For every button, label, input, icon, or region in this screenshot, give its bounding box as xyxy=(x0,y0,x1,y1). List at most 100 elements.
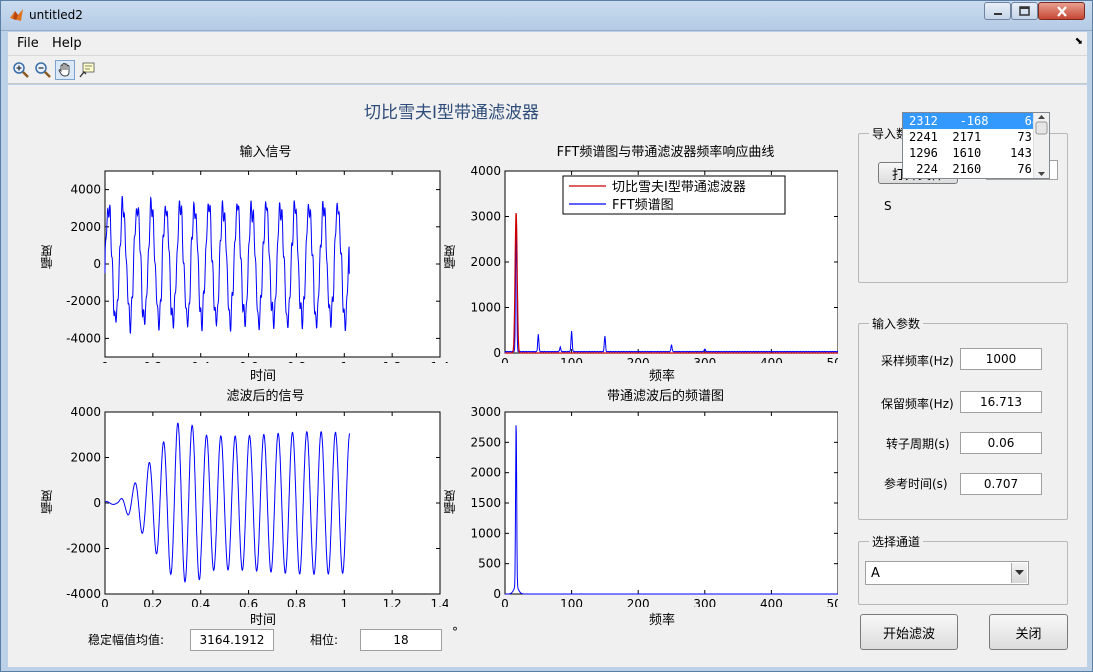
chevron-down-icon xyxy=(1015,570,1024,575)
x-tick-label: 500 xyxy=(827,356,838,363)
y-tick-label: 2000 xyxy=(470,466,501,480)
x-tick-label: 400 xyxy=(760,356,783,363)
y-tick-label: 500 xyxy=(478,557,501,571)
input-params-group-label: 输入参数 xyxy=(869,315,924,332)
x-tick-label: 400 xyxy=(760,597,783,607)
keep-freq-label: 保留频率(Hz) xyxy=(881,397,954,411)
rotor-period-field[interactable]: 0.06 xyxy=(960,432,1042,454)
phase-field[interactable]: 18 xyxy=(360,629,442,651)
fft-legend: 切比雪夫I型带通滤波器 FFT频谱图 xyxy=(562,175,786,215)
x-tick-label: 0 xyxy=(501,597,509,607)
x-tick-label: 500 xyxy=(827,597,838,607)
y-tick-label: 2500 xyxy=(470,435,501,449)
y-tick-label: 4000 xyxy=(470,164,501,178)
menu-bar: File Help ⬊ xyxy=(8,32,1087,56)
x-tick-label: 1.4 xyxy=(430,360,448,363)
maximize-button[interactable] xyxy=(1011,2,1038,20)
y-tick-label: 2000 xyxy=(70,220,101,234)
y-tick-label: 1000 xyxy=(470,301,501,315)
s-data-listbox[interactable]: 2312 -168 68 2241 2171 73 1296 1610 143 … xyxy=(902,112,1050,179)
filtered-spectrum-axes xyxy=(504,411,838,595)
close-icon xyxy=(1056,5,1067,17)
x-tick-label: 200 xyxy=(627,356,650,363)
zoom-in-icon[interactable] xyxy=(11,60,31,80)
keep-freq-field[interactable]: 16.713 xyxy=(960,391,1042,413)
y-tick-label: 3000 xyxy=(470,210,501,224)
figure-toolbar xyxy=(8,56,1087,84)
fft-plot-xlabel: 频率 xyxy=(649,369,676,384)
list-item[interactable]: 224 2160 76 xyxy=(903,161,1049,177)
page-title: 切比雪夫I型带通滤波器 xyxy=(364,103,540,123)
start-filter-button[interactable]: 开始滤波 xyxy=(860,614,958,650)
window-title: untitled2 xyxy=(29,8,83,22)
scroll-thumb xyxy=(1035,121,1048,135)
y-tick-label: -4000 xyxy=(66,331,101,345)
input-signal-chart[interactable]: 0 0.2 0.4 0.6 0.8 1 1.2 1.4 4000 2000 0 -2000 -4000 xyxy=(48,163,448,363)
close-window-button[interactable] xyxy=(1038,2,1085,20)
amplitude-mean-field[interactable]: 3164.1912 xyxy=(190,629,274,651)
phase-label: 相位: xyxy=(310,633,339,647)
filtered-plot-title: 滤波后的信号 xyxy=(226,389,305,404)
sample-rate-field[interactable]: 1000 xyxy=(960,348,1042,370)
legend-label-filter: 切比雪夫I型带通滤波器 xyxy=(612,180,746,195)
minimize-button[interactable] xyxy=(984,2,1011,20)
y-tick-label: 1500 xyxy=(470,496,501,510)
y-tick-label: 3000 xyxy=(470,407,501,419)
x-tick-label: 1.4 xyxy=(430,597,448,607)
fft-plot-title: FFT频谱图与带通滤波器频率响应曲线 xyxy=(556,145,775,160)
x-tick-label: 0.6 xyxy=(239,597,258,607)
x-tick-label: 0.2 xyxy=(143,597,162,607)
channel-dropdown[interactable]: A xyxy=(865,561,1029,585)
data-cursor-icon[interactable] xyxy=(77,60,97,80)
y-tick-label: 0 xyxy=(93,257,101,271)
application-window: untitled2 File Help ⬊ 切比雪夫I型带通滤波器 输入信号 幅… xyxy=(0,0,1093,672)
list-item[interactable]: 2312 -168 68 xyxy=(903,113,1049,129)
channel-select-group-label: 选择通道 xyxy=(869,533,924,550)
amplitude-mean-label: 稳定幅值均值: xyxy=(88,633,165,647)
scroll-down-icon xyxy=(1038,172,1045,176)
y-tick-label: 0 xyxy=(93,496,101,510)
filtered-fft-plot-xlabel: 频率 xyxy=(649,613,676,628)
degree-symbol: ° xyxy=(452,625,458,639)
minimize-icon xyxy=(993,13,1002,15)
scroll-up-icon xyxy=(1038,115,1045,119)
filtered-signal-chart[interactable]: 0 0.2 0.4 0.6 0.8 1 1.2 1.4 4000 2000 0 -2000 -4000 xyxy=(48,407,448,607)
y-tick-label: -2000 xyxy=(66,294,101,308)
x-tick-label: 100 xyxy=(560,597,583,607)
filtered-signal-axes xyxy=(104,411,441,595)
list-item[interactable]: 2241 2171 73 xyxy=(903,129,1049,145)
x-tick-label: 200 xyxy=(627,597,650,607)
menu-file[interactable]: File xyxy=(17,36,39,51)
filtered-spectrum-chart[interactable]: 0 100 200 300 400 500 3000 2500 2000 1500 1000 500 0 xyxy=(448,407,838,607)
dock-arrow-icon[interactable]: ⬊ xyxy=(1075,36,1083,47)
x-tick-label: 1 xyxy=(340,597,348,607)
x-tick-label: 0.8 xyxy=(287,360,306,363)
x-tick-label: 100 xyxy=(560,356,583,363)
fft-spectrum-chart[interactable]: 0 100 200 300 400 500 4000 3000 2000 1000 0 切比雪夫I型带… xyxy=(448,163,838,363)
zoom-out-icon[interactable] xyxy=(33,60,53,80)
y-tick-label: 2000 xyxy=(70,451,101,465)
listbox-scrollbar[interactable] xyxy=(1033,113,1049,178)
x-tick-label: 0 xyxy=(501,356,509,363)
x-tick-label: 0 xyxy=(101,597,109,607)
ref-time-label: 参考时间(s) xyxy=(884,477,948,491)
matlab-logo-icon xyxy=(10,9,23,21)
x-tick-label: 0.8 xyxy=(287,597,306,607)
close-button[interactable]: 关闭 xyxy=(989,614,1068,650)
rotor-period-label: 转子周期(s) xyxy=(886,437,950,451)
s-label: S xyxy=(884,199,892,213)
y-tick-label: -4000 xyxy=(66,587,101,601)
dropdown-arrow-button[interactable] xyxy=(1011,563,1027,583)
x-tick-label: 300 xyxy=(693,597,716,607)
y-tick-label: 2000 xyxy=(470,255,501,269)
pan-hand-icon[interactable] xyxy=(55,60,75,80)
ref-time-field[interactable]: 0.707 xyxy=(960,473,1042,495)
sample-rate-label: 采样频率(Hz) xyxy=(881,354,954,368)
legend-label-fft: FFT频谱图 xyxy=(612,198,674,213)
y-tick-label: 4000 xyxy=(70,407,101,419)
x-tick-label: 1.2 xyxy=(383,597,402,607)
menu-help[interactable]: Help xyxy=(52,36,82,51)
y-tick-label: 1000 xyxy=(470,526,501,540)
list-item[interactable]: 1296 1610 143 xyxy=(903,145,1049,161)
x-tick-label: 0 xyxy=(101,360,109,363)
